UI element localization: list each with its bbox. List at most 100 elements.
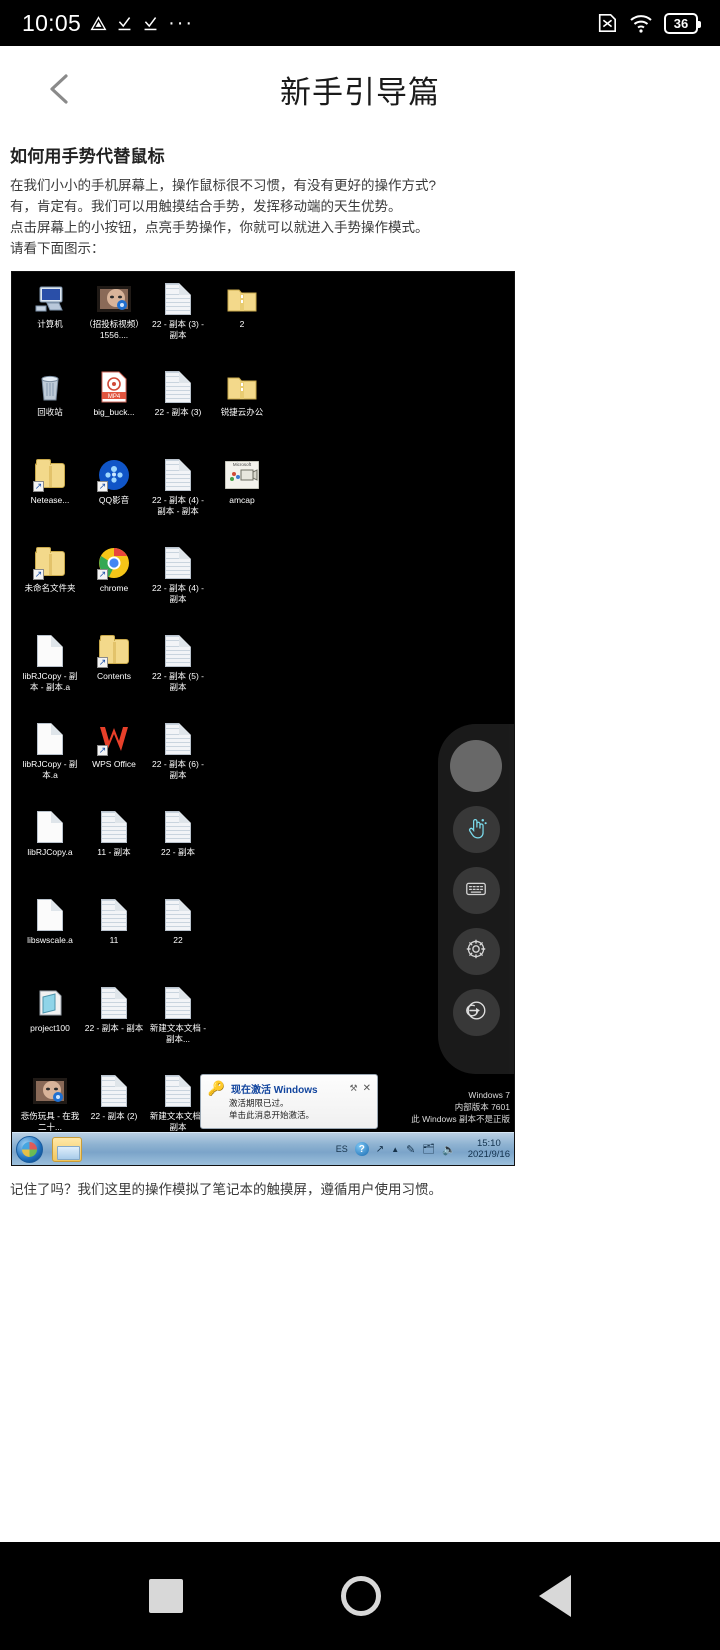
- desktop-icon[interactable]: 22: [146, 898, 210, 986]
- desktop-icon[interactable]: （招投标视频）1556....: [82, 282, 146, 370]
- wrench-icon[interactable]: ⚒: [350, 1083, 358, 1094]
- text-document-icon: [161, 1074, 195, 1108]
- watermark-line-3: 此 Windows 副本不是正版: [411, 1114, 510, 1124]
- start-orb-icon[interactable]: [16, 1135, 43, 1163]
- amcap-icon: Microsoft: [225, 458, 259, 492]
- article-body: 如何用手势代替鼠标 在我们小小的手机屏幕上，操作鼠标很不习惯，有没有更好的操作方…: [0, 142, 720, 1200]
- video-thumbnail-icon: [33, 1074, 67, 1108]
- windows-activation-popup[interactable]: 🔑 现在激活 Windows ⚒ ✕ 激活期限已过。 单击此消息开始激活。: [200, 1074, 378, 1129]
- text-document-icon: [161, 986, 195, 1020]
- desktop-icon[interactable]: project100: [18, 986, 82, 1074]
- desktop-icon[interactable]: ↗ Netease...: [18, 458, 82, 546]
- desktop-icon[interactable]: MP4 big_buck...: [82, 370, 146, 458]
- windows-taskbar: ES ? ↗ ▲ ✎ 🗂 🔈 15:10 2021/9/16: [12, 1132, 514, 1165]
- desktop-icon[interactable]: 22 - 副本 (3) - 副本: [146, 282, 210, 370]
- home-button[interactable]: [341, 1576, 381, 1616]
- desktop-icon[interactable]: ↗ 未命名文件夹: [18, 546, 82, 634]
- explorer-icon[interactable]: [52, 1136, 82, 1162]
- desktop-icon[interactable]: 2: [210, 282, 274, 370]
- text-document-icon: [161, 810, 195, 844]
- desktop-icon[interactable]: 22 - 副本 - 副本: [82, 986, 146, 1074]
- text-document-icon: [161, 722, 195, 756]
- dock-exit-button[interactable]: [452, 989, 500, 1036]
- download-check-icon: [116, 15, 133, 32]
- pen-icon: ✎: [406, 1143, 416, 1156]
- dock-gesture-button[interactable]: [452, 806, 500, 853]
- close-icon[interactable]: ✕: [363, 1083, 371, 1094]
- desktop-icon-empty: [210, 898, 274, 986]
- desktop-icon-label: libRJCopy - 副本 - 副本.a: [22, 671, 78, 692]
- dock-settings-button[interactable]: [452, 928, 500, 975]
- volume-icon[interactable]: 🔈: [442, 1143, 456, 1156]
- text-document-icon: [161, 546, 195, 580]
- desktop-icon-label: 计算机: [37, 319, 63, 329]
- wps-office-icon: ↗: [97, 722, 131, 756]
- desktop-icon-empty: [210, 986, 274, 1074]
- project-file-icon: [33, 986, 67, 1020]
- desktop-icon[interactable]: 11 - 副本: [82, 810, 146, 898]
- desktop-icon[interactable]: 11: [82, 898, 146, 986]
- status-bar-clock: 10:05: [22, 9, 82, 36]
- desktop-icon[interactable]: 新建文本文档 - 副本...: [146, 986, 210, 1074]
- desktop-icon[interactable]: libRJCopy.a: [18, 810, 82, 898]
- desktop-icon-label: 22: [173, 935, 183, 945]
- desktop-icon[interactable]: ↗ QQ影音: [82, 458, 146, 546]
- action-center-icon[interactable]: 🗂: [422, 1144, 435, 1155]
- desktop-icon[interactable]: 计算机: [18, 282, 82, 370]
- desktop-icon[interactable]: 22 - 副本 (5) - 副本: [146, 634, 210, 722]
- windows-watermark: Windows 7 内部版本 7601 此 Windows 副本不是正版: [411, 1089, 510, 1125]
- desktop-icon-empty: [210, 546, 274, 634]
- desktop-icon[interactable]: 回收站: [18, 370, 82, 458]
- show-hidden-icons-icon[interactable]: ▲: [391, 1145, 399, 1154]
- desktop-icon[interactable]: ↗ WPS Office: [82, 722, 146, 810]
- desktop-icon[interactable]: libRJCopy - 副本 - 副本.a: [18, 634, 82, 722]
- wifi-icon: [629, 13, 653, 33]
- dock-home-button[interactable]: [450, 740, 502, 792]
- desktop-icon-label: 22 - 副本 (5) - 副本: [152, 671, 204, 692]
- desktop-icon-label: 未命名文件夹: [24, 583, 76, 593]
- desktop-icon-label: QQ影音: [98, 495, 130, 505]
- desktop-icon[interactable]: Microsoft amcap: [210, 458, 274, 546]
- desktop-icon[interactable]: ↗ chrome: [82, 546, 146, 634]
- text-document-icon: [161, 458, 195, 492]
- app-header: 新手引导篇: [0, 46, 720, 132]
- desktop-icon-label: 22 - 副本 - 副本: [84, 1023, 144, 1033]
- svg-text:Microsoft: Microsoft: [233, 462, 252, 467]
- text-document-icon: [161, 898, 195, 932]
- desktop-icon[interactable]: libRJCopy - 副本.a: [18, 722, 82, 810]
- desktop-icon[interactable]: 22 - 副本 (4) - 副本: [146, 546, 210, 634]
- article-paragraph: 点击屏幕上的小按钮，点亮手势操作，你就可以就进入手势操作模式。: [10, 220, 429, 235]
- dock-keyboard-button[interactable]: [452, 867, 500, 914]
- desktop-icon-label: big_buck...: [93, 407, 135, 417]
- watermark-line-2: 内部版本 7601: [454, 1102, 510, 1112]
- language-indicator[interactable]: ES: [336, 1144, 348, 1154]
- desktop-icon[interactable]: 锐捷云办公: [210, 370, 274, 458]
- desktop-icon[interactable]: libswscale.a: [18, 898, 82, 986]
- computer-icon: [33, 282, 67, 316]
- taskbar-time: 15:10: [476, 1138, 501, 1149]
- back-button[interactable]: [40, 69, 80, 109]
- key-icon: 🔑: [207, 1080, 226, 1096]
- desktop-icon[interactable]: 22 - 副本 (4) - 副本 - 副本: [146, 458, 210, 546]
- desktop-icon-label: 22 - 副本 (3): [154, 407, 202, 417]
- popup-header: 🔑 现在激活 Windows ⚒ ✕: [207, 1080, 371, 1097]
- desktop-icon-label: 22 - 副本 (2): [90, 1111, 138, 1121]
- blank-document-icon: [33, 634, 67, 668]
- desktop-icon-empty: [210, 722, 274, 810]
- taskbar-clock[interactable]: 15:10 2021/9/16: [463, 1138, 510, 1160]
- article-heading: 如何用手势代替鼠标: [10, 147, 165, 166]
- network-icon[interactable]: ↗: [376, 1144, 384, 1155]
- taskbar-date: 2021/9/16: [467, 1149, 510, 1160]
- desktop-icon-label: libRJCopy.a: [27, 847, 73, 857]
- desktop-icon[interactable]: 22 - 副本 (3): [146, 370, 210, 458]
- help-icon[interactable]: ?: [354, 1142, 369, 1156]
- recents-button[interactable]: [149, 1579, 183, 1613]
- back-nav-button[interactable]: [539, 1575, 571, 1617]
- desktop-icon[interactable]: 22 - 副本 (6) - 副本: [146, 722, 210, 810]
- desktop-icon-label: 22 - 副本: [160, 847, 195, 857]
- desktop-icon-label: Netease...: [30, 495, 70, 505]
- desktop-icon[interactable]: ↗ Contents: [82, 634, 146, 722]
- text-document-icon: [97, 810, 131, 844]
- desktop-icon-label: 11 - 副本: [97, 847, 131, 857]
- desktop-icon[interactable]: 22 - 副本: [146, 810, 210, 898]
